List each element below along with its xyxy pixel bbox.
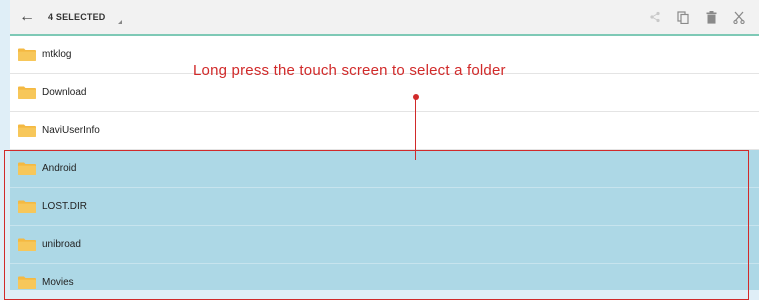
delete-icon[interactable] (699, 5, 723, 29)
folder-name: Download (42, 87, 87, 98)
folder-row[interactable]: Movies (10, 264, 759, 290)
folder-icon (18, 86, 36, 99)
folder-row[interactable]: Android (10, 150, 759, 188)
selection-dropdown-caret[interactable] (117, 20, 122, 24)
folder-icon (18, 200, 36, 213)
folder-row[interactable]: Download (10, 74, 759, 112)
annotation-leader-line (415, 98, 416, 160)
folder-row[interactable]: NaviUserInfo (10, 112, 759, 150)
folder-name: mtklog (42, 49, 72, 60)
file-manager-screen: ← 4 SELECTED mtklog Download NaviUserInf… (10, 0, 759, 290)
annotation-pointer-dot (413, 94, 419, 100)
folder-row[interactable]: LOST.DIR (10, 188, 759, 226)
folder-icon (18, 48, 36, 61)
folder-row[interactable]: unibroad (10, 226, 759, 264)
share-icon[interactable] (643, 5, 667, 29)
folder-icon (18, 124, 36, 137)
copy-icon[interactable] (671, 5, 695, 29)
folder-icon (18, 276, 36, 289)
back-arrow-icon[interactable]: ← (10, 0, 44, 34)
folder-icon (18, 238, 36, 251)
selection-count: 4 SELECTED (48, 12, 106, 22)
folder-icon (18, 162, 36, 175)
folder-name: Movies (42, 277, 74, 288)
folder-name: LOST.DIR (42, 201, 88, 212)
cut-icon[interactable] (727, 5, 751, 29)
folder-name: unibroad (42, 239, 81, 250)
toolbar-actions (639, 5, 751, 29)
annotation-text: Long press the touch screen to select a … (193, 62, 506, 79)
selection-toolbar: ← 4 SELECTED (10, 0, 759, 36)
folder-name: NaviUserInfo (42, 125, 100, 136)
folder-name: Android (42, 163, 77, 174)
